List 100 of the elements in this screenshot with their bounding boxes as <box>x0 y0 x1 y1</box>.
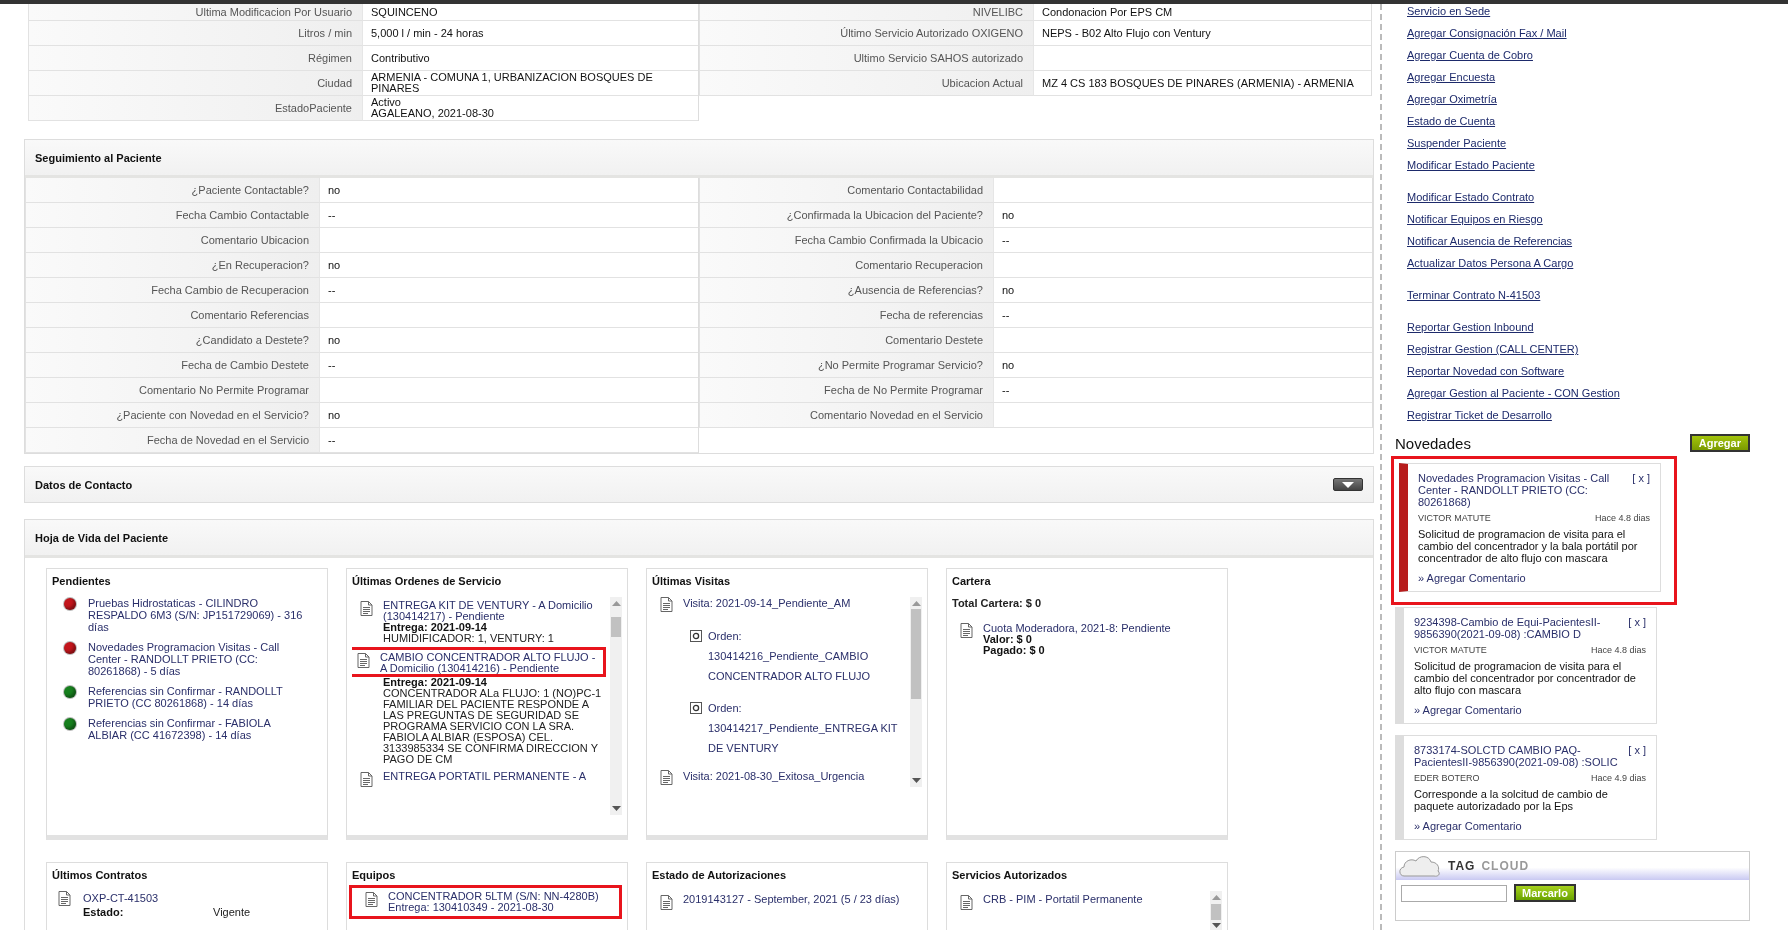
document-icon <box>365 892 378 907</box>
order-link[interactable]: CAMBIO CONCENTRADOR ALTO FLUJO - A Domicilio (130414216) - Pendiente <box>380 652 600 674</box>
action-link[interactable]: Agregar Oximetría <box>1407 88 1497 110</box>
news-author: VICTOR MATUTE <box>1418 513 1491 523</box>
field-value: NEPS - B02 Alto Flujo con Ventury <box>1042 27 1212 39</box>
pending-link[interactable]: Referencias sin Confirmar - FABIOLA ALBIAR (CC 41672398) - 14 días <box>88 717 306 741</box>
card-title: Estado de Autorizaciones <box>652 869 788 881</box>
order-link[interactable]: ENTREGA PORTATIL PERMANENTE - A <box>383 771 587 782</box>
comment-link[interactable]: » Agregar Comentario <box>1418 572 1526 584</box>
action-link[interactable]: Agregar Consignación Fax / Mail <box>1407 22 1567 44</box>
field-label: Fecha de referencias <box>879 309 983 321</box>
field-value: AGALEANO, 2021-08-30 <box>371 108 495 119</box>
tag-cloud-title: TAG <box>1448 859 1476 873</box>
tag-input[interactable] <box>1401 884 1507 902</box>
fee-value: Valor: $ 0 <box>983 634 1032 645</box>
panel-title: Hoja de Vida del Paciente <box>35 531 169 544</box>
action-link[interactable]: Registrar Ticket de Desarrollo <box>1407 404 1552 426</box>
arrow-up-icon <box>911 600 921 606</box>
news-title: Novedades Programacion Visitas - Call Center - RANDOLLT PRIETO (CC: 80261868) <box>1418 472 1611 508</box>
action-link[interactable]: Reportar Novedad con Software <box>1407 360 1565 382</box>
document-icon <box>360 772 373 787</box>
field-label: Comentario Ubicacion <box>200 234 309 246</box>
action-link[interactable]: Notificar Ausencia de Referencias <box>1407 230 1573 252</box>
field-label: Fecha de Cambio Destete <box>181 359 309 371</box>
document-icon <box>660 597 673 612</box>
field-value: no <box>328 334 342 346</box>
field-value: -- <box>1002 309 1011 321</box>
fee-paid: Pagado: $ 0 <box>983 645 1046 656</box>
field-value: no <box>328 409 342 421</box>
field-label: Ultima Modificacion Por Usuario <box>195 6 352 18</box>
field-value: Vigente <box>213 905 251 919</box>
news-title: 9234398-Cambio de Equi-PacientesII-9856390(2021-09-08) :CAMBIO D <box>1414 616 1602 640</box>
document-icon <box>660 895 673 910</box>
field-value: -- <box>328 209 337 221</box>
dropdown-button[interactable] <box>1333 478 1363 491</box>
field-label: NIVELIBC <box>972 6 1023 18</box>
action-link[interactable]: Modificar Estado Paciente <box>1407 154 1535 176</box>
action-link[interactable]: Actualizar Datos Persona A Cargo <box>1407 252 1574 274</box>
fee-link[interactable]: Cuota Moderadora, 2021-8: Pendiente <box>983 623 1171 634</box>
action-link[interactable]: Servicio en Sede <box>1407 4 1491 22</box>
pending-link[interactable]: Novedades Programacion Visitas - Call Center - RANDOLLT PRIETO (CC: 80261868) - 5 días <box>88 641 306 677</box>
tag-cloud-title: CLOUD <box>1481 859 1530 873</box>
document-icon <box>660 770 673 785</box>
scrollbar[interactable] <box>910 597 922 787</box>
order-link[interactable]: 130414216_Pendiente_CAMBIO CONCENTRADOR ALTO FLUJO <box>708 646 906 686</box>
section-title: Novedades <box>1395 434 1471 452</box>
equipment-delivery: Entrega: 130410349 - 2021-08-30 <box>388 902 554 913</box>
field-label: Comentario Contactabilidad <box>847 184 983 196</box>
contract-link[interactable]: OXP-CT-41503 <box>83 891 251 905</box>
field-value: -- <box>328 284 337 296</box>
comment-link[interactable]: » Agregar Comentario <box>1414 704 1522 716</box>
field-label: EstadoPaciente <box>274 102 352 114</box>
card-title: Cartera <box>952 575 992 587</box>
close-link[interactable]: [ x ] <box>1628 616 1646 640</box>
order-delivery: Entrega: 2021-09-14 <box>383 677 487 688</box>
authorization-link[interactable]: 2019143127 - September, 2021 (5 / 23 días) <box>683 894 900 910</box>
scrollbar[interactable] <box>610 597 622 815</box>
comment-link[interactable]: » Agregar Comentario <box>1414 820 1522 832</box>
field-value: -- <box>1002 234 1011 246</box>
action-link[interactable]: Terminar Contrato N-41503 <box>1407 284 1541 306</box>
document-icon <box>360 601 373 616</box>
order-icon <box>690 630 702 642</box>
scrollbar-thumb[interactable] <box>611 617 621 637</box>
action-link[interactable]: Notificar Equipos en Riesgo <box>1407 208 1543 230</box>
field-label: Ultimo Servicio SAHOS autorizado <box>853 52 1023 64</box>
arrow-up-icon <box>611 600 621 606</box>
field-label: Régimen <box>307 52 352 64</box>
field-value: SQUINCENO <box>371 6 439 18</box>
visit-link[interactable]: Visita: 2021-09-14_Pendiente_AM <box>683 597 851 612</box>
card-title: Pendientes <box>52 575 112 587</box>
action-link[interactable]: Registrar Gestion (CALL CENTER) <box>1407 338 1579 360</box>
scrollbar[interactable] <box>1210 891 1222 930</box>
pending-link[interactable]: Referencias sin Confirmar - RANDOLLT PRIETO (CC 80261868) - 14 días <box>88 685 306 709</box>
field-label: ¿En Recuperacion? <box>211 259 309 271</box>
action-link[interactable]: Reportar Gestion Inbound <box>1407 316 1534 338</box>
scrollbar-thumb[interactable] <box>1211 904 1221 920</box>
visit-link[interactable]: Visita: 2021-08-30_Exitosa_Urgencia <box>683 770 865 785</box>
field-label: Ubicacion Actual <box>941 77 1023 89</box>
action-link[interactable]: Estado de Cuenta <box>1407 110 1496 132</box>
action-link[interactable]: Modificar Estado Contrato <box>1407 186 1535 208</box>
order-link[interactable]: ENTREGA KIT DE VENTURY - A Domicilio (130414217) - Pendiente <box>383 600 603 622</box>
action-link[interactable]: Agregar Encuesta <box>1407 66 1496 88</box>
field-value: no <box>1002 284 1016 296</box>
field-value: 5,000 l / min - 24 horas <box>371 27 485 39</box>
equipment-link[interactable]: CONCENTRADOR 5LTM (S/N: NN-4280B) <box>388 891 599 902</box>
order-link[interactable]: 130414217_Pendiente_ENTREGA KIT DE VENTURY <box>708 718 906 758</box>
pending-link[interactable]: Pruebas Hidrostaticas - CILINDRO RESPALDO 6M3 (S/N: JP151729069) - 316 días <box>88 597 306 633</box>
field-value: -- <box>328 434 337 446</box>
close-link[interactable]: [ x ] <box>1628 744 1646 768</box>
action-link[interactable]: Agregar Gestion al Paciente - CON Gestion <box>1407 382 1620 404</box>
action-link[interactable]: Suspender Paciente <box>1407 132 1507 154</box>
scrollbar-thumb[interactable] <box>911 609 921 699</box>
document-icon <box>960 623 973 638</box>
field-label: Fecha de No Permite Programar <box>824 384 983 396</box>
close-link[interactable]: [ x ] <box>1632 472 1650 508</box>
field-label: Ciudad <box>317 77 352 89</box>
field-label: Fecha Cambio de Recuperacion <box>151 284 309 296</box>
service-link[interactable]: CRB - PIM - Portatil Permanente <box>983 894 1143 910</box>
action-link[interactable]: Agregar Cuenta de Cobro <box>1407 44 1533 66</box>
news-body: Solicitud de programacion de visita para el cambio del concentrador por concentrador de alto flujo con mascara <box>1414 660 1637 696</box>
